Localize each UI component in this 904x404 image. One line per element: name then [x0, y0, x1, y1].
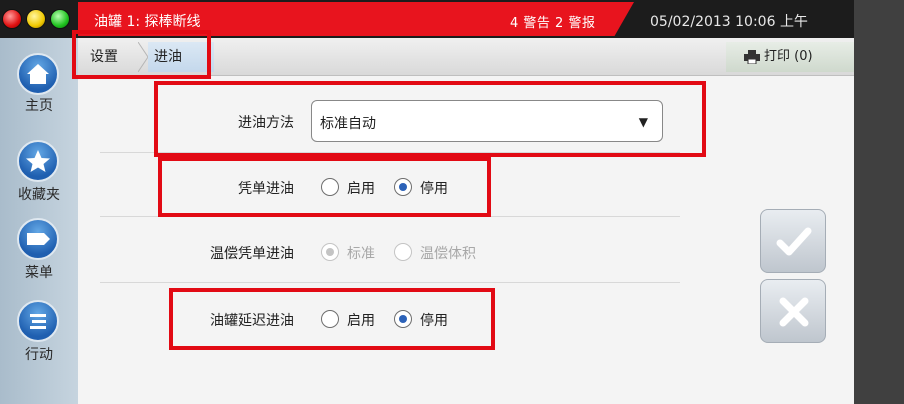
status-lights	[2, 9, 78, 31]
sidebar-item-label: 行动	[25, 347, 53, 363]
alarm-message: 油罐 1: 探棒断线	[94, 14, 201, 30]
sidebar-item-favorites[interactable]: 收藏夹	[0, 140, 78, 203]
x-icon	[779, 297, 809, 327]
checkmark-icon	[776, 227, 812, 256]
print-button[interactable]: 打印 (0)	[726, 42, 854, 72]
cancel-button[interactable]	[760, 279, 826, 343]
confirm-button[interactable]	[760, 209, 826, 273]
temp-comp-standard-radio	[321, 243, 339, 261]
touchscreen: 油罐 1: 探棒断线 4 警告 2 警报 05/02/2013 10:06 上午…	[0, 0, 854, 404]
sidebar-item-label: 收藏夹	[18, 187, 60, 203]
highlight-box-ticketed-delivery	[158, 157, 491, 217]
temp-comp-ticketed-label: 温偿凭单进油	[210, 246, 294, 262]
yellow-status-light-icon	[26, 9, 46, 29]
sidebar-item-menu[interactable]: 菜单	[0, 218, 78, 281]
temp-comp-volume-radio	[394, 243, 412, 261]
highlight-box-delivery-method	[154, 81, 706, 157]
sidebar: 主页 收藏夹 菜单 行动	[0, 38, 78, 404]
right-gutter	[854, 0, 904, 404]
highlight-box-breadcrumb	[72, 30, 211, 79]
highlight-box-tank-delay	[169, 288, 495, 350]
radio-label: 温偿体积	[420, 246, 476, 262]
red-status-light-icon	[2, 9, 22, 29]
row-divider	[100, 282, 680, 283]
list-icon	[17, 300, 59, 342]
date-time: 05/02/2013 10:06 上午	[650, 14, 808, 30]
star-icon	[17, 140, 59, 182]
green-status-light-icon	[50, 9, 70, 29]
sidebar-item-actions[interactable]: 行动	[0, 300, 78, 363]
print-label: 打印 (0)	[764, 49, 813, 64]
sidebar-item-label: 主页	[25, 98, 53, 114]
sidebar-item-home[interactable]: 主页	[0, 53, 78, 115]
printer-icon	[744, 50, 760, 64]
warning-alarm-count: 4 警告 2 警报	[510, 16, 596, 31]
radio-label: 标准	[347, 246, 375, 262]
sidebar-item-label: 菜单	[25, 265, 53, 281]
tag-icon	[17, 218, 59, 260]
home-icon	[17, 53, 59, 95]
